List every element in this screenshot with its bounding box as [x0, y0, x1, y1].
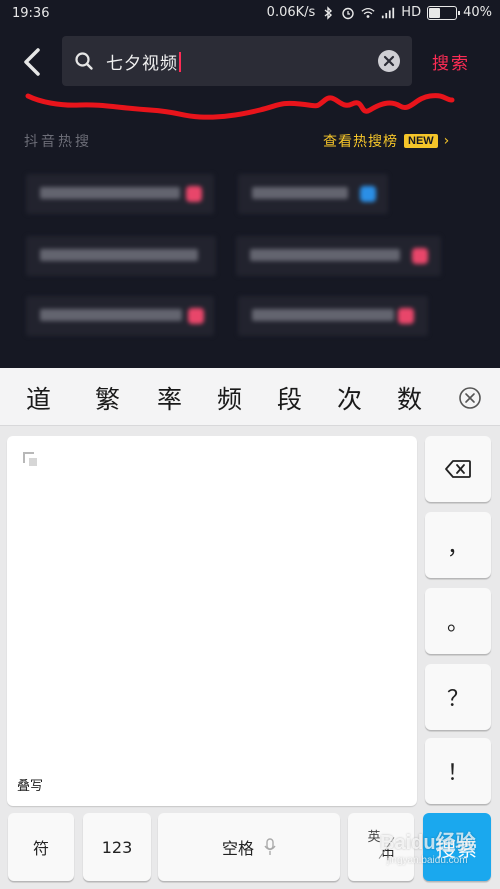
search-query-text[interactable]: 七夕视频	[106, 49, 181, 74]
alarm-icon	[342, 7, 354, 19]
lang-top-label: 英	[367, 830, 381, 845]
candidate-word[interactable]: 次	[337, 380, 362, 416]
question-key[interactable]: ？	[425, 664, 491, 730]
hot-search-label: 抖音热搜	[24, 134, 92, 150]
backspace-icon	[445, 460, 471, 478]
period-key[interactable]: 。	[425, 588, 491, 654]
candidate-word[interactable]: 段	[277, 380, 302, 416]
space-key[interactable]: 空格	[158, 813, 340, 881]
hot-search-item[interactable]	[236, 236, 441, 276]
network-type: HD	[401, 5, 422, 20]
signal-icon	[382, 7, 395, 18]
annotation-scribble	[25, 93, 455, 120]
status-time: 19:36	[12, 6, 50, 21]
clear-icon[interactable]	[378, 50, 400, 72]
backspace-key[interactable]	[425, 436, 491, 502]
microphone-icon	[264, 838, 276, 855]
new-badge: NEW	[404, 134, 438, 148]
search-go-key[interactable]: 搜索	[423, 813, 491, 881]
search-input[interactable]: 七夕视频	[62, 36, 412, 86]
hot-board-text: 查看热搜榜	[323, 134, 398, 150]
question-key-label: ？	[446, 687, 469, 712]
battery-icon	[427, 5, 461, 20]
status-bar: 19:36 0.06K/s HD 40%	[0, 0, 500, 28]
hot-search-item[interactable]	[238, 174, 388, 214]
hot-board-link[interactable]: 查看热搜榜 NEW ›	[323, 131, 449, 151]
comma-key-label: ，	[446, 535, 469, 560]
network-speed: 0.06K/s	[266, 5, 316, 20]
comma-key[interactable]: ，	[425, 512, 491, 578]
battery-percent: 40%	[463, 5, 492, 20]
ime-keyboard: 道 繁 率 频 段 次 数 叠写 ， 。 ？ ！ 符 123 空格 英 中 搜索	[0, 368, 500, 889]
chevron-left-icon[interactable]	[16, 42, 48, 82]
candidate-word[interactable]: 繁	[95, 380, 120, 416]
search-icon	[75, 52, 93, 70]
search-button[interactable]: 搜索	[432, 49, 470, 74]
chevron-right-icon: ›	[443, 133, 450, 149]
hot-search-item[interactable]	[26, 236, 216, 276]
hot-search-item[interactable]	[26, 296, 214, 336]
exclamation-key-label: ！	[446, 761, 469, 786]
handwriting-pad[interactable]: 叠写	[7, 436, 417, 806]
candidate-word[interactable]: 数	[397, 380, 422, 416]
candidate-word[interactable]: 率	[157, 380, 182, 416]
language-switch-key[interactable]: 英 中	[348, 813, 414, 881]
app-screen: 19:36 0.06K/s HD 40% 七夕视频 搜索 抖音热搜 查看热搜榜 …	[0, 0, 500, 368]
symbol-key-label: 符	[32, 839, 49, 858]
hot-search-item[interactable]	[238, 296, 428, 336]
hot-search-item[interactable]	[26, 174, 214, 214]
candidate-word[interactable]: 频	[217, 380, 242, 416]
bluetooth-icon	[324, 5, 333, 20]
close-circle-icon[interactable]	[458, 386, 482, 410]
space-key-label: 空格	[221, 839, 254, 858]
numeric-key[interactable]: 123	[83, 813, 151, 881]
go-key-label: 搜索	[436, 836, 478, 861]
wifi-icon	[361, 7, 375, 18]
search-query-value: 七夕视频	[106, 54, 178, 74]
numeric-key-label: 123	[101, 837, 133, 857]
handwriting-mode-toggle[interactable]: 叠写	[17, 775, 43, 794]
period-key-label: 。	[446, 611, 469, 636]
symbol-key[interactable]: 符	[8, 813, 74, 881]
text-caret	[179, 52, 181, 72]
expand-corner-icon[interactable]	[23, 452, 39, 468]
candidate-bar: 道 繁 率 频 段 次 数	[0, 368, 500, 426]
exclamation-key[interactable]: ！	[425, 738, 491, 804]
candidate-word[interactable]: 道	[26, 380, 51, 416]
